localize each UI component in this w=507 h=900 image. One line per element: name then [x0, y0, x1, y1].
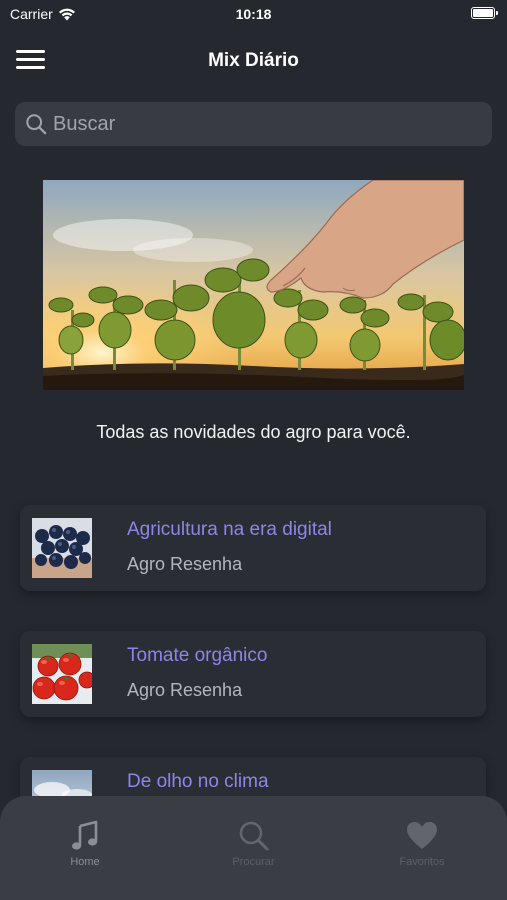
tab-favorites[interactable]: Favoritos — [382, 820, 462, 900]
news-source: Agro Resenha — [127, 554, 243, 574]
search-icon — [239, 821, 268, 851]
status-bar: Carrier 10:18 — [0, 0, 507, 30]
search-icon — [26, 114, 47, 135]
search-bar[interactable] — [15, 102, 492, 146]
tab-label: Favoritos — [399, 856, 445, 868]
news-thumbnail — [32, 518, 92, 578]
tab-bar: Home Procurar Favoritos — [0, 796, 507, 900]
hero-caption: Todas as novidades do agro para você. — [96, 422, 411, 442]
search-input[interactable] — [53, 112, 473, 136]
tab-search[interactable]: Procurar — [214, 820, 294, 900]
status-time: 10:18 — [235, 6, 272, 22]
hero-image — [43, 180, 464, 390]
tab-label: Home — [70, 856, 100, 868]
news-source: Agro Resenha — [127, 680, 243, 700]
news-card[interactable]: Agricultura na era digital Agro Resenha — [20, 505, 486, 591]
app-screen: Carrier 10:18 Mix Diário Buscar Todas as… — [0, 0, 507, 900]
battery-icon — [471, 7, 498, 19]
page-title: Mix Diário — [208, 50, 299, 71]
tab-home[interactable]: Home — [45, 820, 125, 900]
news-thumbnail — [32, 644, 92, 704]
heart-icon — [407, 822, 437, 849]
news-title: Tomate orgânico — [127, 645, 268, 666]
news-title: Agricultura na era digital — [127, 519, 332, 540]
tab-label: Procurar — [232, 856, 275, 868]
music-note-icon — [72, 820, 98, 850]
news-card[interactable]: Tomate orgânico Agro Resenha — [20, 631, 486, 717]
nav-bar: Mix Diário — [0, 38, 507, 82]
news-title: De olho no clima — [127, 771, 269, 792]
